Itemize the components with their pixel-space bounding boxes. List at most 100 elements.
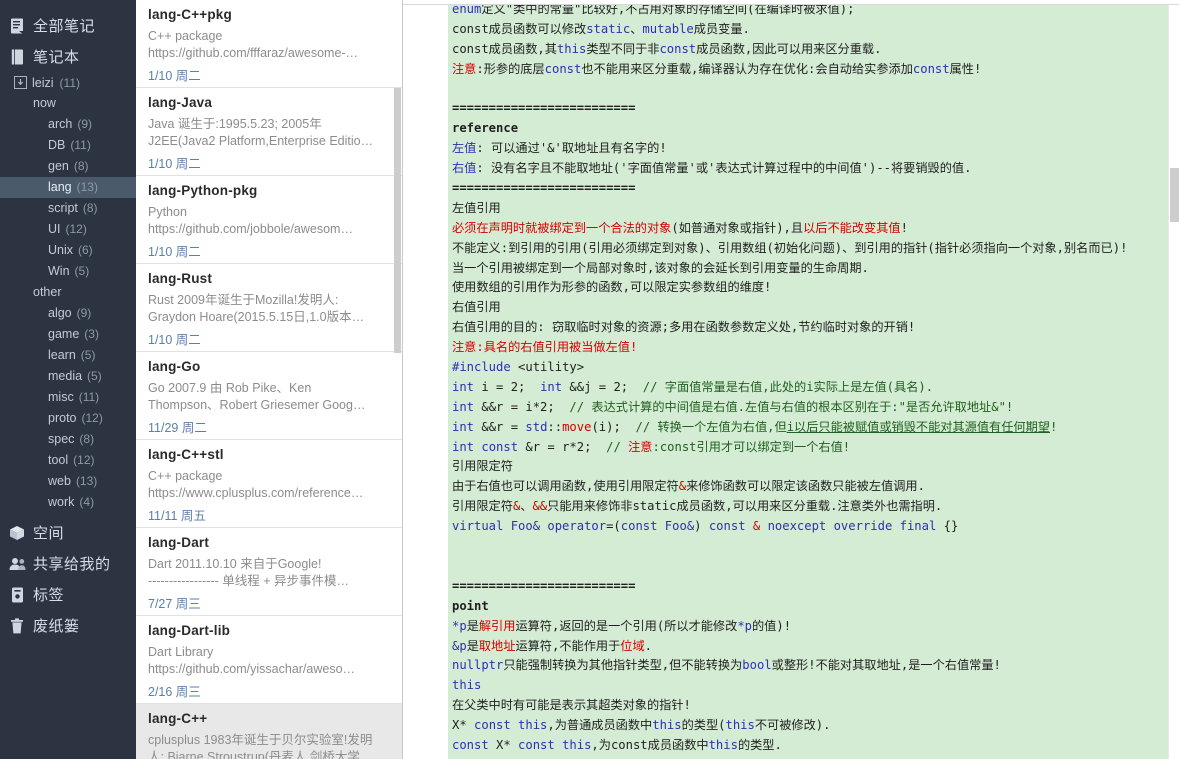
editor-line: *const成员函数可以修改static、mutable成员变量. <box>452 21 750 36</box>
sidebar-item-ui[interactable]: UI (12) <box>0 219 136 240</box>
sidebar-item-algo[interactable]: algo (9) <box>0 303 136 324</box>
sidebar-item-trash-label: 废纸篓 <box>33 618 80 635</box>
note-list-item[interactable]: lang-C++pkg C++ package https://github.com… <box>136 0 402 88</box>
sidebar-item-count: (8) <box>79 432 95 446</box>
sidebar-item-trash[interactable]: 废纸篓 <box>0 610 136 641</box>
sidebar-item-proto[interactable]: proto (12) <box>0 408 136 429</box>
note-list-item[interactable]: lang-Go Go 2007.9 由 Rob Pike、Ken Thompson、… <box>136 352 402 440</box>
editor-scrollbar[interactable] <box>1168 5 1179 759</box>
editor-line: #include <utility> <box>452 360 585 375</box>
sidebar-item-arch[interactable]: arch (9) <box>0 114 136 135</box>
sidebar-item-label: proto <box>48 411 77 425</box>
editor-toolbar-divider <box>403 0 1179 5</box>
note-snippet-line: C++ package <box>148 29 223 43</box>
editor-line: 在父类中时有可能是表示其超类对象的指针! <box>452 698 691 713</box>
sidebar-item-spec[interactable]: spec (8) <box>0 429 136 450</box>
sidebar-item-script[interactable]: script (8) <box>0 198 136 219</box>
note-editor-panel[interactable]: enum定义"类中的常量"比较好,不占用对象的存储空间(在编译时被求值);*co… <box>403 0 1179 759</box>
sidebar-item-tags[interactable]: 标签 <box>0 579 136 610</box>
sidebar-item-all-notes[interactable]: 全部笔记 <box>0 10 136 41</box>
editor-line: 注意:形参的底层const也不能用来区分重载,编译器认为存在优化:会自动给实参添… <box>452 61 982 76</box>
sidebar-item-gen[interactable]: gen (8) <box>0 156 136 177</box>
note-date: 11/11 周五 <box>148 509 206 523</box>
note-list-item[interactable]: lang-Python-pkg Python https://github.com/… <box>136 176 402 264</box>
sidebar-item-count: (3) <box>84 327 99 341</box>
note-title: lang-Rust <box>148 271 213 286</box>
note-list-item[interactable]: lang-Dart-lib Dart Library https://github.… <box>136 616 402 704</box>
sidebar-group-now[interactable]: now <box>0 93 136 114</box>
note-date: 2/16 周三 <box>148 685 201 699</box>
note-list-item[interactable]: lang-Dart Dart 2011.10.10 来自于Google! -----… <box>136 528 402 616</box>
sidebar-item-game[interactable]: game (3) <box>0 324 136 345</box>
notebook-icon <box>6 48 28 66</box>
sidebar-item-notebook[interactable]: 笔记本 <box>0 41 136 72</box>
sidebar-notebook-root-label: leizi <box>32 75 54 90</box>
note-list-item[interactable]: lang-C++stl C++ package https://www.cplusp… <box>136 440 402 528</box>
note-title: lang-C++stl <box>148 447 224 462</box>
editor-line: int const &r = r*2; // 注意:const引用才可以绑定到一… <box>452 439 851 454</box>
all-notes-icon <box>6 17 28 35</box>
editor-scrollbar-thumb[interactable] <box>1170 168 1179 222</box>
editor-line: reference <box>452 121 519 136</box>
sidebar-item-misc[interactable]: misc (11) <box>0 387 136 408</box>
editor-line: 右值引用的目的: 窃取临时对象的资源;多用在函数参数定义处,节约临时对象的开销! <box>452 320 916 335</box>
sidebar-item-space[interactable]: 空间 <box>0 517 136 548</box>
sidebar-item-label: Win <box>48 264 70 278</box>
cube-icon <box>6 524 28 542</box>
note-title: lang-Python-pkg <box>148 183 258 198</box>
editor-scroll-area[interactable]: enum定义"类中的常量"比较好,不占用对象的存储空间(在编译时被求值);*co… <box>403 0 1168 759</box>
app-window: 全部笔记 笔记本 leizi (11) now arch (9) DB (11) gen(… <box>0 0 1179 759</box>
sidebar-item-db[interactable]: DB (11) <box>0 135 136 156</box>
sidebar-item-space-label: 空间 <box>33 525 65 542</box>
note-title: lang-Java <box>148 95 213 110</box>
sidebar-item-win[interactable]: Win (5) <box>0 261 136 282</box>
sidebar-group-other[interactable]: other <box>0 282 136 303</box>
note-list-scrollbar-thumb[interactable] <box>394 88 401 353</box>
sidebar-item-label: gen <box>48 159 69 173</box>
editor-line: ========================= <box>452 578 636 593</box>
editor-line: 必须在声明时就被绑定到一个合法的对象(如普通对象或指针),且以后不能改变其值! <box>452 220 908 235</box>
note-snippet: C++ package https://github.com/fffaraz/aw… <box>148 28 390 62</box>
sidebar-item-count: (12) <box>81 411 103 425</box>
sidebar-item-shared-with-me[interactable]: 共享给我的 <box>0 548 136 579</box>
editor-line: 使用数组的引用作为形参的函数,可以限定实参数组的维度! <box>452 280 772 295</box>
sidebar-item-count: (5) <box>87 369 102 383</box>
note-list-panel[interactable]: lang-C++pkg C++ package https://github.com… <box>136 0 403 759</box>
sidebar-item-media[interactable]: media (5) <box>0 366 136 387</box>
sidebar-item-count: (6) <box>78 243 93 257</box>
note-snippet: Go 2007.9 由 Rob Pike、Ken Thompson、Robert … <box>148 380 390 414</box>
sidebar-item-count: (12) <box>73 453 95 467</box>
sidebar-notebook-root[interactable]: leizi (11) <box>0 72 136 93</box>
sidebar-item-work[interactable]: work (4) <box>0 492 136 513</box>
editor-line: 不能定义:到引用的引用(引用必须绑定到对象)、引用数组(初始化问题)、到引用的指… <box>452 240 1128 255</box>
editor-line: int i = 2; int &&j = 2; // 字面值常量是右值,此处的i… <box>452 379 934 394</box>
note-list-item[interactable]: lang-Java Java 诞生于:1995.5.23; 2005年 J2EE(J… <box>136 88 402 176</box>
sidebar-notebook-tree: now arch (9) DB (11) gen (8) lang (13) script (8) U… <box>0 93 136 513</box>
editor-line: 当一个引用被绑定到一个局部对象时,该对象的会延长到引用变量的生命周期. <box>452 260 869 275</box>
sidebar-item-label: work <box>48 495 75 509</box>
note-list-item[interactable]: lang-C++ cplusplus 1983年诞生于贝尔实验室!发明 人: Bja… <box>136 704 402 759</box>
sidebar-item-count: (12) <box>65 222 87 236</box>
editor-line: *this <box>452 678 482 693</box>
note-snippet-line: C++ package <box>148 469 223 483</box>
editor-line: &p是取地址运算符,不能作用于位域. <box>452 638 652 653</box>
note-list-scrollbar[interactable] <box>394 0 401 759</box>
sidebar-item-label: lang <box>48 180 72 194</box>
editor-line: virtual Foo& operator=(const Foo&) const… <box>452 519 959 534</box>
sidebar-item-count: (5) <box>74 264 90 278</box>
sidebar-item-web[interactable]: web (13) <box>0 471 136 492</box>
editor-line: point <box>452 598 489 613</box>
note-date: 1/10 周二 <box>148 245 201 259</box>
sidebar-item-label: learn <box>48 348 76 362</box>
editor-line: *p是解引用运算符,返回的是一个引用(所以才能修改*p的值)! <box>452 618 792 633</box>
sidebar-item-tool[interactable]: tool (12) <box>0 450 136 471</box>
sidebar-item-learn[interactable]: learn (5) <box>0 345 136 366</box>
note-date: 1/10 周二 <box>148 157 201 171</box>
editor-content[interactable]: enum定义"类中的常量"比较好,不占用对象的存储空间(在编译时被求值);*co… <box>448 0 1168 759</box>
editor-line: 右值: 没有名字且不能取地址('字面值常量'或'表达式计算过程中的中间值')--… <box>452 161 972 176</box>
sidebar-item-count: (11) <box>70 138 91 152</box>
trash-icon <box>6 617 28 635</box>
note-list-item[interactable]: lang-Rust Rust 2009年诞生于Mozilla!发明人: Graydo… <box>136 264 402 352</box>
sidebar-item-lang[interactable]: lang (13) <box>0 177 136 198</box>
sidebar-item-unix[interactable]: Unix (6) <box>0 240 136 261</box>
